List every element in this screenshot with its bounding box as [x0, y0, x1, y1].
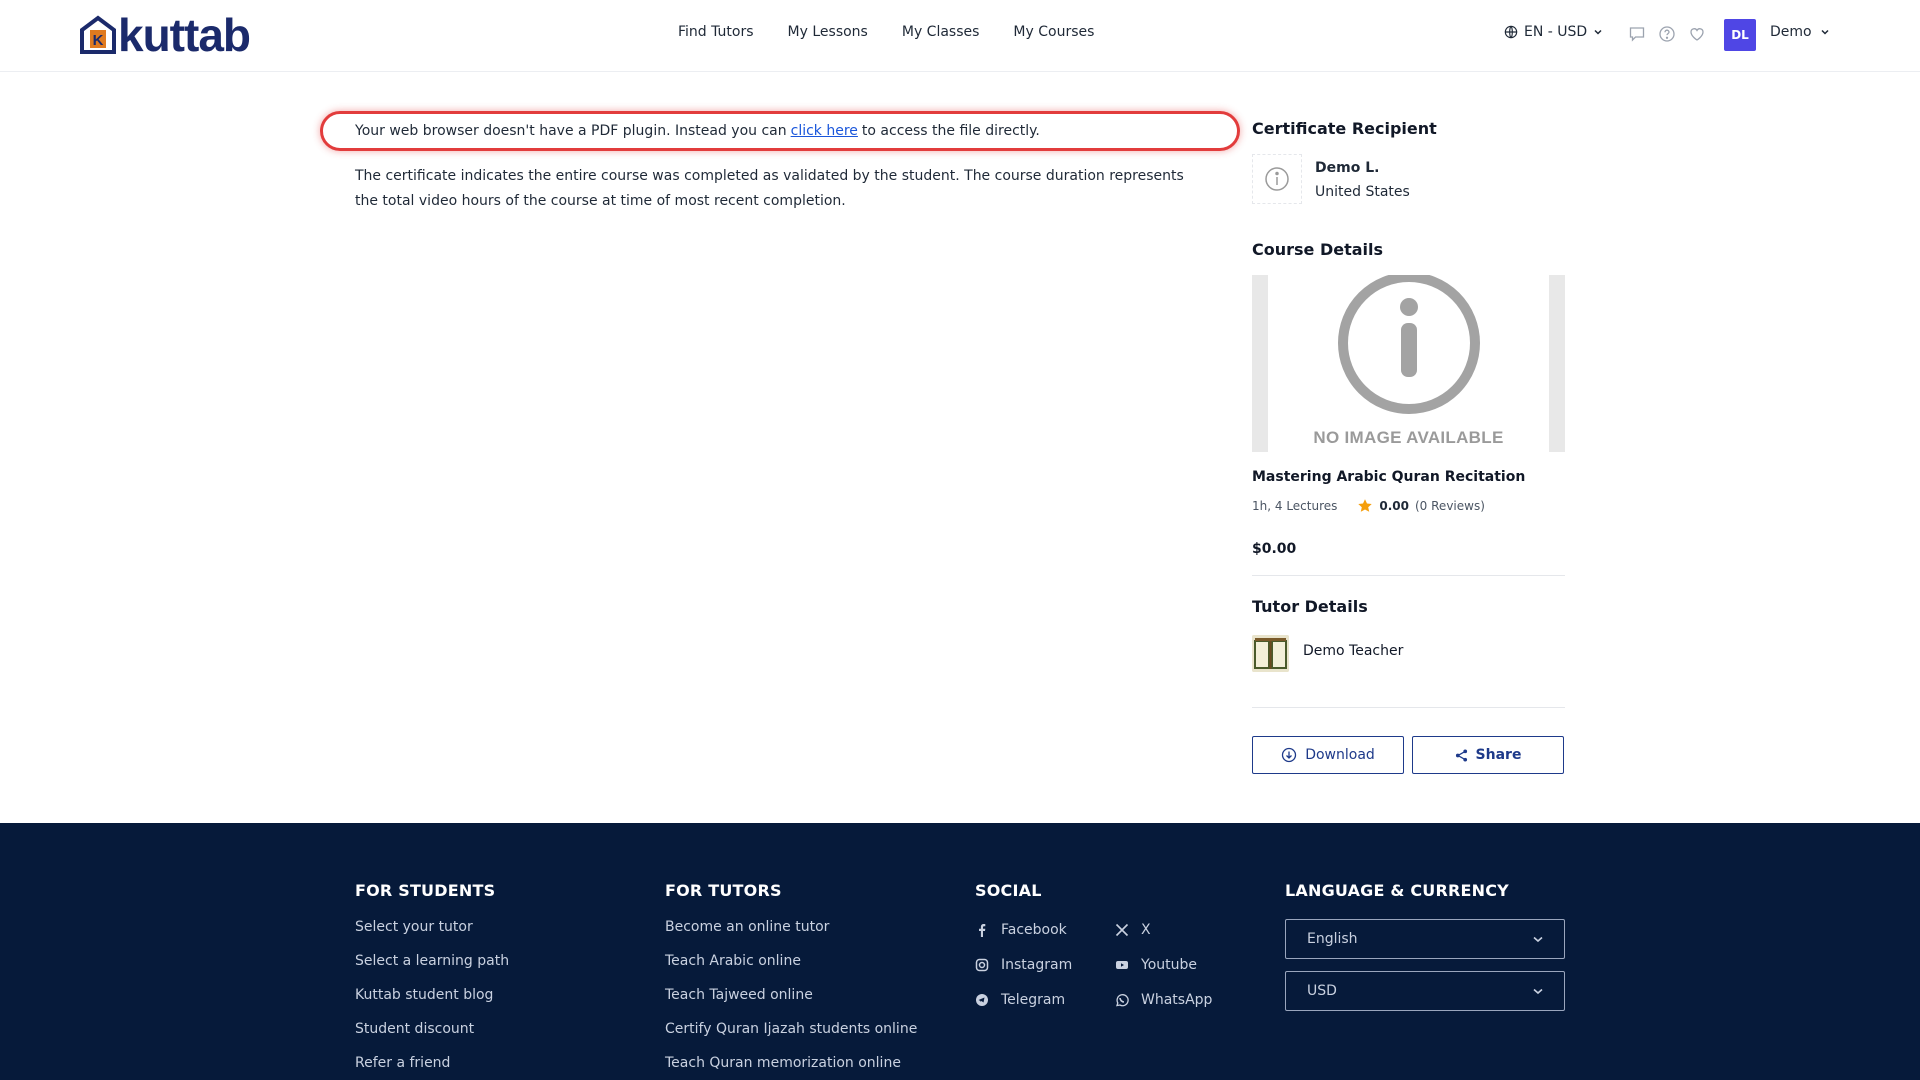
course-rating: 0.00	[1379, 499, 1409, 513]
pdf-notice-text: Your web browser doesn't have a PDF plug…	[355, 123, 787, 139]
share-label: Share	[1475, 747, 1522, 763]
footer-link[interactable]: Kuttab student blog	[355, 986, 509, 1020]
recipient-heading: Certificate Recipient	[1252, 119, 1437, 138]
footer-link[interactable]: Certify Quran Ijazah students online	[665, 1020, 917, 1054]
tutor-avatar[interactable]	[1252, 635, 1289, 672]
recipient-country: United States	[1315, 184, 1410, 200]
site-footer: FOR STUDENTS Select your tutor Select a …	[0, 823, 1920, 1080]
footer-link[interactable]: Refer a friend	[355, 1054, 509, 1080]
tutor-heading: Tutor Details	[1252, 597, 1368, 616]
social-label: X	[1141, 922, 1151, 938]
facebook-icon	[979, 924, 986, 937]
download-label: Download	[1305, 747, 1375, 763]
kuttab-logo[interactable]: K kuttab	[78, 9, 251, 61]
footer-link[interactable]: Select your tutor	[355, 918, 509, 952]
share-icon	[1455, 748, 1467, 762]
instagram-icon	[975, 958, 989, 972]
heart-icon[interactable]	[1688, 25, 1706, 43]
language-select[interactable]: English	[1285, 919, 1565, 959]
share-button[interactable]: Share	[1412, 736, 1564, 774]
chevron-down-icon	[1533, 936, 1543, 943]
no-image-label: NO IMAGE AVAILABLE	[1313, 428, 1504, 447]
nav-my-lessons[interactable]: My Lessons	[788, 24, 868, 40]
certificate-description: The certificate indicates the entire cou…	[355, 168, 1184, 209]
social-label: Facebook	[1001, 922, 1067, 938]
globe-icon	[1504, 25, 1518, 39]
social-label: Youtube	[1141, 957, 1197, 973]
footer-students: FOR STUDENTS Select your tutor Select a …	[355, 881, 509, 1080]
logo-mark-icon: K	[78, 14, 118, 56]
social-whatsapp[interactable]: WhatsApp	[1115, 992, 1212, 1008]
message-icon[interactable]	[1628, 25, 1646, 43]
chevron-down-icon	[1594, 29, 1602, 35]
social-x[interactable]: X	[1115, 922, 1151, 938]
footer-link[interactable]: Select a learning path	[355, 952, 509, 986]
recipient-name: Demo L.	[1315, 160, 1380, 176]
social-label: Instagram	[1001, 957, 1073, 973]
recipient-avatar	[1252, 154, 1302, 204]
course-price: $0.00	[1252, 541, 1297, 557]
pdf-notice-text-after: to access the file directly.	[861, 123, 1040, 139]
course-reviews: (0 Reviews)	[1415, 499, 1485, 513]
locale-label: EN - USD	[1524, 24, 1588, 40]
svg-text:K: K	[93, 32, 104, 49]
whatsapp-icon	[1116, 994, 1129, 1007]
footer-social: SOCIAL	[975, 881, 1042, 900]
nav-my-classes[interactable]: My Classes	[902, 24, 980, 40]
social-telegram[interactable]: Telegram	[975, 992, 1065, 1008]
locale-selector[interactable]: EN - USD	[1504, 24, 1603, 40]
cloud-download-icon	[1282, 747, 1297, 763]
youtube-icon	[1116, 961, 1128, 969]
x-icon	[1115, 923, 1129, 937]
click-here-link[interactable]: click here	[791, 123, 858, 139]
chevron-down-icon	[1533, 988, 1543, 995]
divider	[1252, 707, 1565, 708]
social-facebook[interactable]: Facebook	[975, 922, 1067, 938]
tutor-name[interactable]: Demo Teacher	[1303, 643, 1403, 659]
course-meta: 1h, 4 Lectures 0.00 (0 Reviews)	[1252, 498, 1485, 514]
download-button[interactable]: Download	[1252, 736, 1404, 774]
social-label: WhatsApp	[1141, 992, 1213, 1008]
course-image-placeholder: NO IMAGE AVAILABLE	[1252, 275, 1565, 452]
nav-my-courses[interactable]: My Courses	[1013, 24, 1094, 40]
footer-link[interactable]: Teach Quran memorization online	[665, 1054, 917, 1080]
footer-heading-language: LANGUAGE & CURRENCY	[1285, 881, 1509, 900]
footer-link[interactable]: Student discount	[355, 1020, 509, 1054]
main-nav: Find Tutors My Lessons My Classes My Cou…	[678, 24, 1094, 40]
currency-select[interactable]: USD	[1285, 971, 1565, 1011]
top-header: K kuttab Find Tutors My Lessons My Class…	[0, 0, 1920, 72]
star-icon	[1358, 499, 1373, 512]
footer-tutors: FOR TUTORS Become an online tutor Teach …	[665, 881, 917, 1080]
info-icon	[1265, 167, 1289, 191]
footer-lang-currency: LANGUAGE & CURRENCY	[1285, 881, 1509, 900]
divider	[1252, 575, 1565, 576]
course-heading: Course Details	[1252, 240, 1384, 259]
footer-heading-social: SOCIAL	[975, 881, 1042, 900]
pdf-plugin-notice: Your web browser doesn't have a PDF plug…	[320, 111, 1240, 151]
footer-heading-students: FOR STUDENTS	[355, 881, 496, 900]
course-duration: 1h, 4 Lectures	[1252, 499, 1338, 513]
currency-value: USD	[1307, 983, 1337, 999]
telegram-icon	[976, 994, 988, 1006]
footer-link[interactable]: Teach Arabic online	[665, 952, 917, 986]
language-value: English	[1307, 931, 1358, 947]
social-instagram[interactable]: Instagram	[975, 957, 1072, 973]
course-title[interactable]: Mastering Arabic Quran Recitation	[1252, 469, 1525, 485]
user-avatar[interactable]: DL	[1724, 19, 1756, 51]
logo-text: kuttab	[118, 9, 251, 61]
social-youtube[interactable]: Youtube	[1115, 957, 1197, 973]
footer-heading-tutors: FOR TUTORS	[665, 881, 782, 900]
social-label: Telegram	[1001, 992, 1066, 1008]
footer-link[interactable]: Become an online tutor	[665, 918, 917, 952]
footer-link[interactable]: Teach Tajweed online	[665, 986, 917, 1020]
nav-find-tutors[interactable]: Find Tutors	[678, 24, 754, 40]
info-icon	[1338, 275, 1480, 414]
help-icon[interactable]	[1658, 25, 1676, 43]
user-name: Demo	[1770, 24, 1812, 40]
chevron-down-icon	[1821, 29, 1829, 35]
user-menu[interactable]: Demo	[1770, 24, 1830, 40]
